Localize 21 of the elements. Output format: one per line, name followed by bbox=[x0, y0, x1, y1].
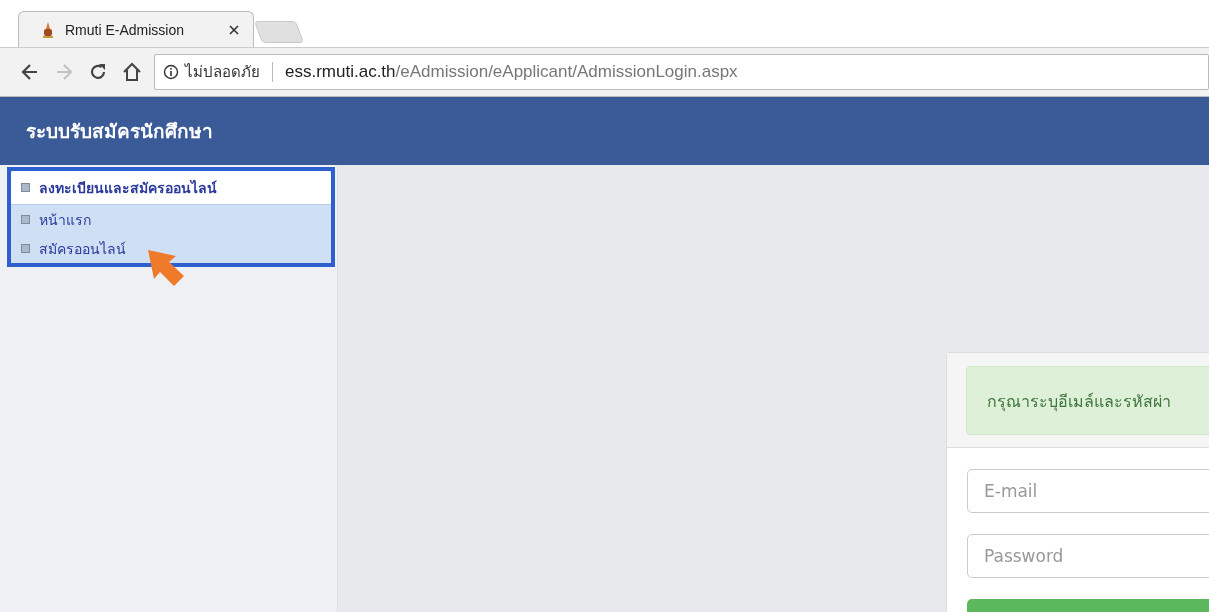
close-icon[interactable] bbox=[229, 24, 239, 35]
back-arrow-icon[interactable] bbox=[20, 62, 40, 82]
url-text: ess.rmuti.ac.th/eAdmission/eApplicant/AdmissionLogin.aspx bbox=[285, 62, 738, 82]
info-icon bbox=[163, 64, 179, 80]
menu-item[interactable]: สมัครออนไลน์ bbox=[11, 234, 331, 263]
bullet-icon bbox=[21, 244, 30, 253]
security-label: ไม่ปลอดภัย bbox=[185, 62, 260, 82]
alert-message: กรุณาระบุอีเมล์และรหัสผ่า bbox=[966, 366, 1209, 435]
menu-item[interactable]: หน้าแรก bbox=[11, 205, 331, 234]
tab-title: Rmuti E-Admission bbox=[65, 21, 186, 38]
bullet-icon bbox=[21, 215, 30, 224]
reload-icon[interactable] bbox=[88, 62, 108, 82]
browser-tab[interactable]: Rmuti E-Admission bbox=[18, 11, 254, 47]
bullet-icon bbox=[21, 183, 30, 192]
home-icon[interactable] bbox=[122, 62, 142, 82]
site-title: ระบบรับสมัครนักศึกษา bbox=[26, 119, 213, 144]
email-field[interactable]: E-mail bbox=[967, 469, 1209, 513]
address-bar[interactable]: ไม่ปลอดภัย ess.rmuti.ac.th/eAdmission/eApplicant/AdmissionLogin.aspx bbox=[154, 54, 1209, 90]
menu-header: ลงทะเบียนและสมัครออนไลน์ bbox=[11, 171, 331, 205]
pointer-arrow-icon bbox=[146, 248, 186, 288]
password-field[interactable]: Password bbox=[967, 534, 1209, 578]
